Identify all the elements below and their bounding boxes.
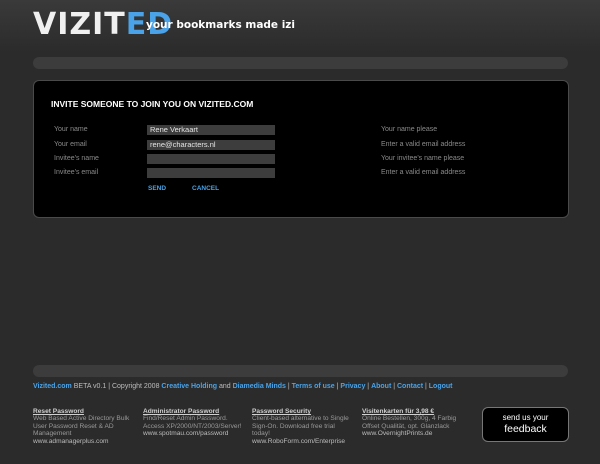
your-name-label: Your name	[54, 126, 88, 133]
invitee-name-hint: Your invitee's name please	[381, 155, 465, 162]
logout-link[interactable]: Logout	[429, 383, 453, 390]
form-row-your-email: Your email Enter a valid email address	[34, 140, 568, 152]
ad-line: Management	[33, 430, 72, 438]
feedback-button[interactable]: send us your feedback	[482, 407, 569, 442]
site-link[interactable]: Vizited.com	[33, 383, 72, 390]
ad-password-security[interactable]: Password Security Client-based alternati…	[252, 408, 360, 445]
ad-reset-password[interactable]: Reset Password Web Based Active Director…	[33, 408, 141, 445]
your-name-hint: Your name please	[381, 126, 438, 133]
top-divider-bar	[33, 57, 568, 69]
beta-text: BETA v0.1 | Copyright 2008	[71, 383, 162, 390]
ad-title[interactable]: Visitenkarten für 3,98 €	[362, 408, 470, 415]
ad-title[interactable]: Administrator Password	[143, 408, 251, 415]
ad-title[interactable]: Password Security	[252, 408, 360, 415]
ad-administrator-password[interactable]: Administrator Password Find/Reset Admin …	[143, 408, 251, 438]
cancel-button[interactable]: CANCEL	[192, 185, 219, 192]
ad-url[interactable]: www.admanagerplus.com	[33, 438, 141, 445]
contact-link[interactable]: Contact	[397, 383, 423, 390]
privacy-link[interactable]: Privacy	[340, 383, 365, 390]
ad-url[interactable]: www.spotmau.com/password	[143, 430, 251, 437]
creative-holding-link[interactable]: Creative Holding	[161, 383, 217, 390]
ad-line: Sign-On. Download free trial	[252, 422, 335, 430]
ad-line: today!	[252, 430, 270, 438]
ad-url[interactable]: www.RoboForm.com/Enterprise	[252, 438, 360, 445]
bottom-divider-bar	[33, 365, 568, 377]
ad-line: Offset Qualität, opt. Glanzlack	[362, 422, 450, 430]
feedback-line2: feedback	[504, 423, 547, 435]
send-button[interactable]: SEND	[148, 185, 166, 192]
ad-line: Access XP/2000/NT/2003/Server!	[143, 422, 242, 430]
diamedia-minds-link[interactable]: Diamedia Minds	[233, 383, 286, 390]
terms-link[interactable]: Terms of use	[292, 383, 335, 390]
ad-title[interactable]: Reset Password	[33, 408, 141, 415]
your-name-input[interactable]	[147, 125, 275, 135]
about-link[interactable]: About	[371, 383, 391, 390]
ad-line: Find/Reset Admin Password.	[143, 415, 228, 423]
form-row-invitee-email: Invitee's email Enter a valid email addr…	[34, 168, 568, 180]
ad-line: Client-based alternative to Single	[252, 415, 349, 423]
ad-url[interactable]: www.OvernightPrints.de	[362, 430, 470, 437]
tagline: your bookmarks made izi	[146, 19, 296, 31]
form-row-invitee-name: Invitee's name Your invitee's name pleas…	[34, 154, 568, 166]
ad-line: Web Based Active Directory Bulk	[33, 415, 130, 423]
invite-panel: INVITE SOMEONE TO JOIN YOU ON VIZITED.CO…	[33, 80, 569, 218]
ad-line: Online Bestellen, 300g, 4 Farbig	[362, 415, 457, 423]
invitee-name-input[interactable]	[147, 154, 275, 164]
footer-links: Vizited.com BETA v0.1 | Copyright 2008 C…	[33, 383, 453, 390]
your-email-hint: Enter a valid email address	[381, 141, 466, 148]
invitee-email-label: Invitee's email	[54, 169, 99, 176]
invitee-email-hint: Enter a valid email address	[381, 169, 466, 176]
ad-line: User Password Reset & AD	[33, 422, 114, 430]
your-email-input[interactable]	[147, 140, 275, 150]
logo-part1: VIZIT	[33, 7, 126, 42]
your-email-label: Your email	[54, 141, 87, 148]
invite-title: INVITE SOMEONE TO JOIN YOU ON VIZITED.CO…	[51, 99, 254, 109]
ad-visitenkarten[interactable]: Visitenkarten für 3,98 € Online Bestelle…	[362, 408, 470, 438]
and-text: and	[217, 383, 233, 390]
invitee-email-input[interactable]	[147, 168, 275, 178]
form-row-your-name: Your name Your name please	[34, 125, 568, 137]
feedback-line1: send us your	[502, 413, 549, 422]
invitee-name-label: Invitee's name	[54, 155, 99, 162]
header: VIZITED your bookmarks made izi	[0, 0, 600, 52]
